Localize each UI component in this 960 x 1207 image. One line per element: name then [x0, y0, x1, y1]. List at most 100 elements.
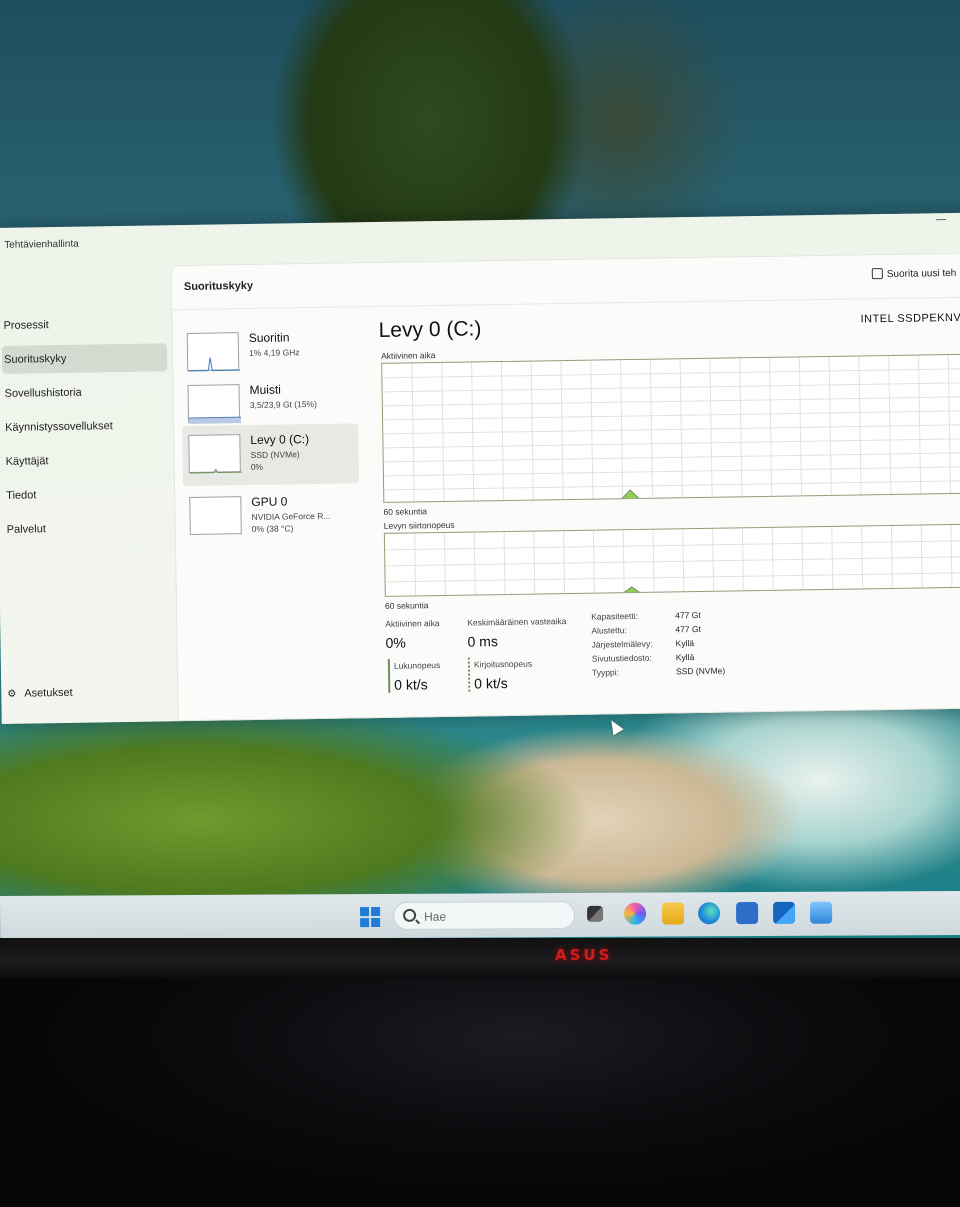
- active-time-value: 0%: [385, 634, 406, 651]
- graph1-label: Aktiivinen aika: [380, 350, 436, 361]
- device-name: Muisti: [249, 382, 282, 398]
- avg-response-label: Keskimääräinen vasteaika: [467, 616, 567, 628]
- avg-response-value: 0 ms: [467, 633, 499, 650]
- taskbar: Hae: [0, 890, 960, 940]
- minimize-button[interactable]: [935, 219, 946, 221]
- device-sub: NVIDIA GeForce R...: [251, 510, 331, 522]
- device-sub: 3,5/23,9 Gt (15%): [249, 398, 317, 411]
- grid-line: [383, 466, 960, 477]
- grid-line: [383, 438, 960, 449]
- baseline: [385, 587, 960, 597]
- read-value: 0 kt/s: [394, 676, 428, 693]
- grid-line: [385, 572, 960, 583]
- cpu-thumbnail: [186, 332, 241, 372]
- grid-line: [385, 556, 960, 567]
- read-indicator: [387, 658, 391, 693]
- file-explorer-icon[interactable]: [662, 902, 685, 925]
- device-name: Levy 0 (C:): [250, 432, 310, 447]
- settings-label: Asetukset: [24, 686, 73, 700]
- page-title: Suorituskyky: [183, 279, 254, 294]
- content-header: Suorituskyky Suorita uusi teh: [171, 253, 960, 311]
- grid-line: [385, 540, 960, 551]
- activity-spike: [620, 586, 644, 595]
- outlook-icon[interactable]: [773, 901, 796, 924]
- new-task-icon: [871, 268, 883, 280]
- sidebar-item-sovellushistoria[interactable]: Sovellushistoria: [2, 377, 167, 408]
- device-item-gpu[interactable]: GPU 0 NVIDIA GeForce R... 0% (38 °C): [183, 485, 360, 548]
- graph2-footer: 60 sekuntia: [384, 600, 429, 611]
- sidebar-item-palvelut[interactable]: Palvelut: [5, 513, 170, 544]
- run-new-task-button[interactable]: Suorita uusi teh: [871, 267, 957, 280]
- grid-line: [382, 396, 960, 407]
- edge-icon[interactable]: [698, 902, 721, 925]
- sidebar-item-prosessit[interactable]: Prosessit: [1, 309, 166, 340]
- prop-key: Tyyppi:: [591, 667, 620, 678]
- disk-thumbnail: [188, 434, 242, 474]
- device-item-disk[interactable]: Levy 0 (C:) SSD (NVMe) 0%: [182, 423, 360, 487]
- active-time-label: Aktiivinen aika: [385, 618, 440, 629]
- prop-value: SSD (NVMe): [675, 665, 726, 677]
- graph2-label: Levyn siirtonopeus: [383, 519, 455, 531]
- sidebar-item-suorituskyky[interactable]: Suorituskyky: [1, 343, 168, 374]
- monitor-bezel: [0, 938, 960, 978]
- disk-model: INTEL SSDPEKNV: [860, 311, 960, 326]
- run-task-label: Suorita uusi teh: [886, 267, 957, 280]
- sidebar-item-kaynnistyssovellukset[interactable]: Käynnistyssovellukset: [3, 411, 168, 442]
- store-icon[interactable]: [736, 902, 759, 925]
- baseline: [384, 493, 960, 503]
- prop-value: 477 Gt: [675, 609, 701, 621]
- grid-line: [383, 410, 960, 421]
- prop-key: Kapasiteetti:: [591, 610, 639, 622]
- task-view-icon[interactable]: [587, 905, 604, 922]
- prop-key: Järjestelmälevy:: [591, 638, 653, 650]
- device-sub: 1% 4,19 GHz: [248, 347, 300, 359]
- prop-value: Kyllä: [675, 652, 695, 663]
- gear-icon: ⚙: [7, 688, 17, 700]
- start-icon[interactable]: [360, 907, 381, 928]
- photo-backdrop: Tehtävienhallinta Prosessit Suorituskyky…: [0, 0, 960, 1207]
- task-manager-window: Tehtävienhallinta Prosessit Suorituskyky…: [0, 212, 960, 736]
- search-icon: [403, 908, 417, 922]
- prop-key: Alustettu:: [591, 625, 627, 636]
- read-label: Lukunopeus: [393, 660, 441, 671]
- prop-key: Sivutustiedosto:: [591, 652, 652, 664]
- monitor-brand-logo: ASUS: [555, 946, 613, 964]
- active-time-graph: [381, 353, 960, 503]
- transfer-rate-graph: [383, 523, 960, 597]
- memory-thumbnail: [187, 384, 242, 424]
- cpu-mini-graph: [188, 357, 241, 372]
- sidebar-nav: Prosessit Suorituskyky Sovellushistoria …: [0, 285, 177, 724]
- performance-content: Suorituskyky Suorita uusi teh Suoritin 1…: [170, 252, 960, 736]
- copilot-icon[interactable]: [624, 902, 647, 925]
- transfer-rate-svg: [385, 524, 960, 597]
- activity-spike: [619, 489, 642, 501]
- device-sub2: 0%: [250, 461, 264, 472]
- grid-line: [383, 452, 960, 463]
- prop-value: Kyllä: [675, 638, 695, 649]
- desk-surface: [0, 978, 960, 1207]
- grid-line: [382, 382, 960, 393]
- write-indicator: [467, 657, 471, 692]
- settings-button[interactable]: ⚙ Asetukset: [7, 687, 72, 700]
- grid-line: [382, 368, 960, 379]
- write-label: Kirjoitusnopeus: [473, 658, 533, 670]
- device-sub2: 0% (38 °C): [251, 523, 294, 534]
- sidebar-item-tiedot[interactable]: Tiedot: [4, 479, 169, 510]
- taskbar-search[interactable]: Hae: [393, 900, 576, 930]
- disk-title: Levy 0 (C:): [378, 317, 482, 342]
- device-name: Suoritin: [248, 330, 290, 346]
- search-placeholder: Hae: [424, 909, 447, 924]
- graph1-footer: 60 sekuntia: [383, 506, 428, 517]
- grid-line: [384, 480, 960, 491]
- disk-mini-graph: [189, 468, 242, 474]
- photos-icon[interactable]: [810, 901, 833, 924]
- write-value: 0 kt/s: [474, 674, 508, 692]
- gpu-thumbnail: [189, 496, 242, 535]
- prop-value: 477 Gt: [675, 623, 701, 635]
- grid-line: [383, 424, 960, 435]
- active-time-svg: [382, 355, 960, 503]
- sidebar-item-kayttajat[interactable]: Käyttäjät: [3, 445, 168, 476]
- memory-mini-graph: [188, 416, 242, 424]
- window-title: Tehtävienhallinta: [4, 238, 79, 251]
- device-sub: SSD (NVMe): [250, 449, 300, 460]
